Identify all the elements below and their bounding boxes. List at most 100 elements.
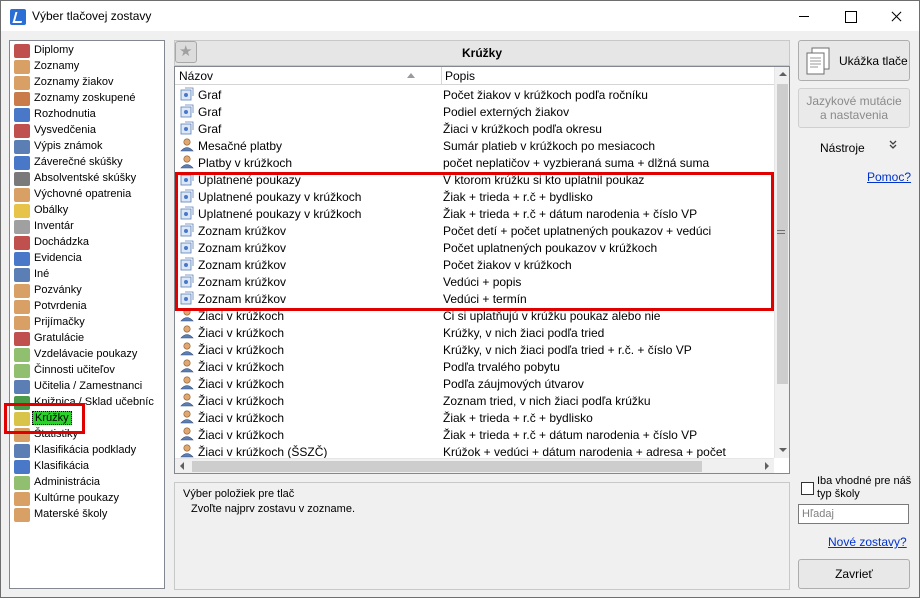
tools-label[interactable]: Nástroje — [820, 141, 865, 155]
table-row[interactable]: Mesačné platby Sumár platieb v krúžkoch p… — [175, 137, 775, 154]
column-header-description[interactable]: Popis — [445, 69, 475, 83]
row-name: Žiaci v krúžkoch — [198, 309, 285, 323]
category-item[interactable]: Rozhodnutia — [12, 107, 164, 123]
category-item[interactable]: Výchovné opatrenia — [12, 187, 164, 203]
splitter-grip-icon[interactable] — [777, 227, 785, 237]
table-row[interactable]: Graf Podiel externých žiakov — [175, 103, 775, 120]
star-icon: ★ — [179, 43, 193, 60]
table-row[interactable]: Žiaci v krúžkoch Zoznam tried, v nich žia… — [175, 392, 775, 409]
horizontal-scroll-thumb[interactable] — [192, 461, 702, 472]
report-icon — [179, 104, 195, 118]
row-description: Krúžok + vedúci + dátum narodenia + adre… — [443, 445, 726, 459]
teacher-icon — [14, 380, 30, 394]
row-description: Žiak + trieda + r.č + dátum narodenia + … — [443, 428, 698, 442]
close-window-button[interactable] — [873, 1, 919, 31]
category-item[interactable]: Zoznamy žiakov — [12, 75, 164, 91]
table-row[interactable]: Žiaci v krúžkoch Krúžky, v nich žiaci pod… — [175, 341, 775, 358]
table-row[interactable]: Žiaci v krúžkoch Krúžky, v nich žiaci pod… — [175, 324, 775, 341]
row-name: Mesačné platby — [198, 139, 283, 153]
chevron-down-icon[interactable] — [888, 139, 898, 153]
category-item[interactable]: Zoznamy zoskupené — [12, 91, 164, 107]
table-row[interactable]: Graf Počet žiakov v krúžkoch podľa ročník… — [175, 86, 775, 103]
row-description: Podľa záujmových útvarov — [443, 377, 584, 391]
table-row[interactable]: Žiaci v krúžkoch Podľa trvalého pobytu — [175, 358, 775, 375]
category-item[interactable]: Vysvedčenia — [12, 123, 164, 139]
column-header-name[interactable]: Názov — [179, 69, 213, 83]
category-item[interactable]: Zoznamy — [12, 59, 164, 75]
row-description: počet neplatičov + vyzbieraná suma + dlž… — [443, 156, 710, 170]
row-name: Graf — [198, 122, 222, 136]
scroll-down-icon[interactable] — [775, 443, 789, 458]
search-input[interactable] — [798, 504, 909, 524]
table-row[interactable]: Graf Žiaci v krúžkoch podľa okresu — [175, 120, 775, 137]
scroll-left-icon[interactable] — [175, 459, 190, 473]
category-label: Výpis známok — [34, 140, 103, 152]
report-icon — [179, 87, 195, 101]
row-name: Žiaci v krúžkoch — [198, 343, 285, 357]
horizontal-scrollbar[interactable] — [175, 458, 774, 473]
category-item[interactable]: Výpis známok — [12, 139, 164, 155]
category-item[interactable]: Administrácia — [12, 475, 164, 491]
new-reports-link[interactable]: Nové zostavy? — [828, 535, 907, 549]
check-icon — [14, 364, 30, 378]
language-settings-label-line2: a nastavenia — [819, 108, 889, 122]
category-item[interactable]: Záverečné skúšky — [12, 155, 164, 171]
row-name: Žiaci v krúžkoch — [198, 360, 285, 374]
category-item[interactable]: Evidencia — [12, 251, 164, 267]
category-item[interactable]: Gratulácie — [12, 331, 164, 347]
scroll-up-icon[interactable] — [775, 67, 789, 82]
category-item[interactable]: Iné — [12, 267, 164, 283]
category-item[interactable]: Prijímačky — [12, 315, 164, 331]
category-item[interactable]: Kultúrne poukazy — [12, 491, 164, 507]
column-separator[interactable] — [441, 67, 442, 85]
person-icon — [14, 284, 30, 298]
favorite-button[interactable]: ★ — [175, 41, 197, 63]
minimize-button[interactable] — [781, 1, 827, 31]
suitable-only-checkbox[interactable] — [801, 482, 814, 495]
row-name: Žiaci v krúžkoch — [198, 377, 285, 391]
category-label: Vysvedčenia — [34, 124, 96, 136]
category-item[interactable]: Klasifikácia podklady — [12, 443, 164, 459]
document-icon — [14, 108, 30, 122]
title-bar: Výber tlačovej zostavy — [1, 1, 919, 31]
category-item[interactable]: Klasifikácia — [12, 459, 164, 475]
category-item[interactable]: Učitelia / Zamestnanci — [12, 379, 164, 395]
table-row[interactable]: Žiaci v krúžkoch Podľa záujmových útvarov — [175, 375, 775, 392]
report-list-title: Krúžky — [461, 46, 502, 60]
close-button[interactable]: Zavrieť — [798, 559, 910, 589]
table-row[interactable]: Žiaci v krúžkoch Žiak + trieda + r.č + dá… — [175, 426, 775, 443]
person-icon — [14, 300, 30, 314]
scroll-right-icon[interactable] — [759, 459, 774, 473]
classification-icon — [14, 444, 30, 458]
person-icon — [14, 268, 30, 282]
category-item[interactable]: Potvrdenia — [12, 299, 164, 315]
language-settings-label-line1: Jazykové mutácie — [806, 94, 902, 108]
help-link[interactable]: Pomoc? — [867, 170, 911, 184]
maximize-button[interactable] — [827, 1, 873, 31]
document-preview-icon — [806, 47, 830, 75]
category-item[interactable]: Dochádzka — [12, 235, 164, 251]
sort-ascending-icon — [407, 73, 415, 78]
category-item[interactable]: Absolventské skúšky — [12, 171, 164, 187]
print-preview-button[interactable]: Ukážka tlače — [798, 40, 910, 81]
report-grid: Názov Popis Graf Počet žiakov v krúžkoch … — [174, 66, 790, 474]
group-icon — [14, 92, 30, 106]
category-item[interactable]: Vzdelávacie poukazy — [12, 347, 164, 363]
row-description: Sumár platieb v krúžkoch po mesiacoch — [443, 139, 656, 153]
kindergarten-icon — [14, 508, 30, 522]
inventory-icon — [14, 220, 30, 234]
language-settings-button[interactable]: Jazykové mutácie a nastavenia — [798, 88, 910, 128]
category-item[interactable]: Inventár — [12, 219, 164, 235]
person-report-icon — [179, 444, 195, 458]
category-item[interactable]: Materské školy — [12, 507, 164, 523]
category-item[interactable]: Pozvánky — [12, 283, 164, 299]
category-item[interactable]: Činnosti učiteľov — [12, 363, 164, 379]
table-row[interactable]: Platby v krúžkoch počet neplatičov + vyzb… — [175, 154, 775, 171]
table-row[interactable]: Žiaci v krúžkoch Žiak + trieda + r.č + by… — [175, 409, 775, 426]
category-label: Činnosti učiteľov — [34, 364, 115, 376]
category-item[interactable]: Diplomy — [12, 43, 164, 59]
vertical-scrollbar[interactable] — [774, 67, 789, 458]
category-item[interactable]: Obálky — [12, 203, 164, 219]
suitable-only-label[interactable]: Iba vhodné pre náš typ školy — [817, 475, 917, 501]
category-label: Evidencia — [34, 252, 82, 264]
